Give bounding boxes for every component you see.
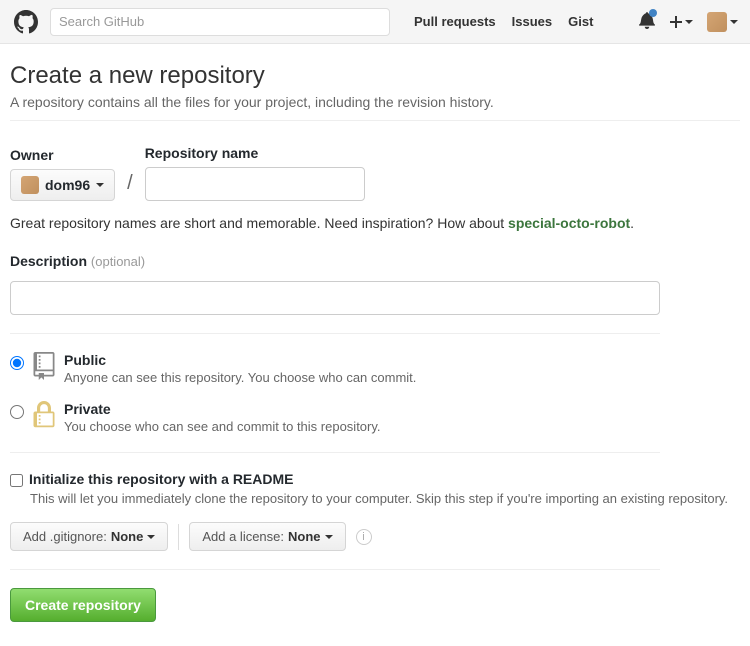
license-select[interactable]: Add a license: None <box>189 522 345 551</box>
public-text: Public Anyone can see this repository. Y… <box>64 352 416 385</box>
divider <box>10 569 660 570</box>
private-text: Private You choose who can see and commi… <box>64 401 381 434</box>
main-content: Create a new repository A repository con… <box>0 44 750 646</box>
owner-name: dom96 <box>45 177 90 193</box>
slash-separator: / <box>125 172 135 201</box>
license-value: None <box>288 529 321 544</box>
owner-repo-row: Owner dom96 / Repository name <box>10 145 740 201</box>
notification-dot-icon <box>649 9 657 17</box>
readme-checkbox[interactable] <box>10 474 23 487</box>
public-radio[interactable] <box>10 356 24 370</box>
owner-select[interactable]: dom96 <box>10 169 115 201</box>
visibility-private-row: Private You choose who can see and commi… <box>10 401 740 434</box>
topbar-right <box>639 11 738 32</box>
github-logo[interactable] <box>12 8 40 36</box>
divider <box>10 333 660 334</box>
repo-name-label: Repository name <box>145 145 365 161</box>
top-nav: Pull requests Issues Gist <box>414 14 593 29</box>
owner-avatar <box>21 176 39 194</box>
owner-label: Owner <box>10 147 115 163</box>
caret-down-icon <box>147 535 155 539</box>
readme-row: Initialize this repository with a README <box>10 471 740 487</box>
description-label-text: Description <box>10 253 87 269</box>
readme-label: Initialize this repository with a README <box>29 471 293 487</box>
owner-field: Owner dom96 <box>10 147 115 201</box>
nav-issues[interactable]: Issues <box>512 14 552 29</box>
search-input[interactable] <box>50 8 390 36</box>
vertical-divider <box>178 524 179 550</box>
page-title: Create a new repository <box>10 62 740 90</box>
visibility-public-row: Public Anyone can see this repository. Y… <box>10 352 740 385</box>
caret-down-icon <box>730 20 738 24</box>
page-subtitle: A repository contains all the files for … <box>10 94 740 110</box>
gitignore-value: None <box>111 529 144 544</box>
license-help-icon[interactable]: i <box>356 529 372 545</box>
hint-prefix: Great repository names are short and mem… <box>10 215 508 231</box>
description-input[interactable] <box>10 281 660 315</box>
readme-text: Initialize this repository with a README <box>29 471 293 487</box>
create-new-dropdown[interactable] <box>669 14 693 30</box>
private-description: You choose who can see and commit to thi… <box>64 419 381 434</box>
optional-text: (optional) <box>91 254 145 269</box>
gitignore-select[interactable]: Add .gitignore: None <box>10 522 168 551</box>
description-field: Description (optional) <box>10 253 740 315</box>
nav-gist[interactable]: Gist <box>568 14 593 29</box>
public-description: Anyone can see this repository. You choo… <box>64 370 416 385</box>
hint-suffix: . <box>630 215 634 231</box>
public-label: Public <box>64 352 106 368</box>
lock-icon <box>32 401 56 429</box>
caret-down-icon <box>96 183 104 187</box>
user-avatar <box>707 12 727 32</box>
repo-name-input[interactable] <box>145 167 365 201</box>
private-radio[interactable] <box>10 405 24 419</box>
user-menu-dropdown[interactable] <box>707 12 738 32</box>
notifications-button[interactable] <box>639 11 655 32</box>
readme-description: This will let you immediately clone the … <box>30 491 740 506</box>
divider <box>10 120 740 121</box>
repo-icon <box>32 352 56 380</box>
caret-down-icon <box>685 20 693 24</box>
caret-down-icon <box>325 535 333 539</box>
description-label: Description (optional) <box>10 253 740 269</box>
name-suggestion-link[interactable]: special-octo-robot <box>508 215 630 231</box>
license-prefix: Add a license: <box>202 529 284 544</box>
topbar: Pull requests Issues Gist <box>0 0 750 44</box>
options-row: Add .gitignore: None Add a license: None… <box>10 522 740 551</box>
private-label: Private <box>64 401 111 417</box>
create-repository-button[interactable]: Create repository <box>10 588 156 622</box>
name-hint: Great repository names are short and mem… <box>10 215 740 231</box>
repo-name-field: Repository name <box>145 145 365 201</box>
gitignore-prefix: Add .gitignore: <box>23 529 107 544</box>
divider <box>10 452 660 453</box>
nav-pull-requests[interactable]: Pull requests <box>414 14 496 29</box>
